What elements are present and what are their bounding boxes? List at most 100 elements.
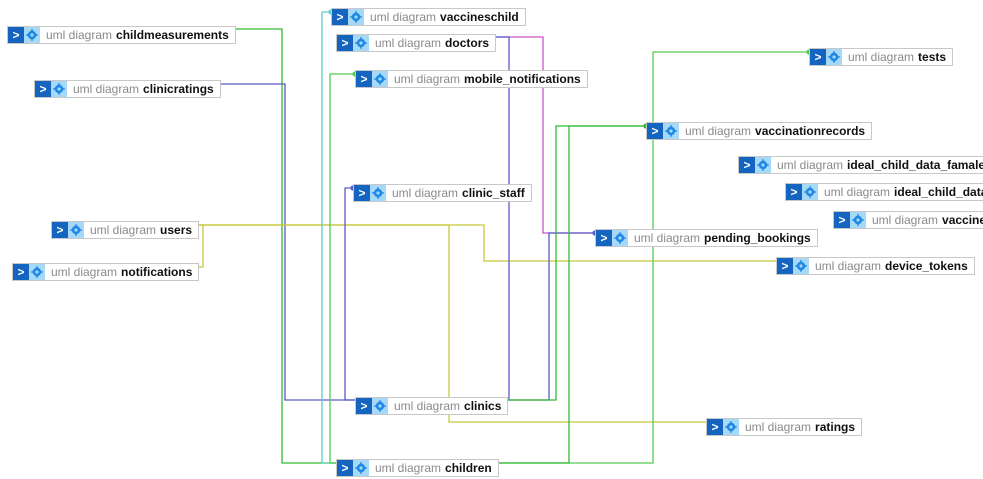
node-notifications[interactable]: > uml diagram notifications: [12, 263, 200, 281]
node-name: doctors: [445, 36, 490, 50]
gear-icon[interactable]: [612, 230, 628, 246]
diagram-canvas: > uml diagram childmeasurements > uml diagra…: [0, 0, 983, 479]
expand-arrow-icon[interactable]: >: [647, 123, 663, 139]
expand-arrow-icon[interactable]: >: [332, 9, 348, 25]
gear-icon[interactable]: [29, 264, 45, 280]
node-name: ideal_child_data: [894, 185, 983, 199]
node-name: ideal_child_data_famale: [847, 158, 983, 172]
node-name: pending_bookings: [704, 231, 811, 245]
link-doctors-clinics: [488, 36, 510, 401]
node-name: vaccineschild: [440, 10, 519, 24]
node-device_tokens[interactable]: > uml diagram device_tokens: [776, 257, 975, 275]
gear-icon[interactable]: [24, 27, 40, 43]
expand-arrow-icon[interactable]: >: [777, 258, 793, 274]
link-tests-children: [491, 51, 809, 464]
link-doctors-pending_bookings: [488, 36, 595, 234]
gear-icon[interactable]: [353, 35, 369, 51]
node-prefix: uml diagram: [848, 50, 915, 64]
expand-arrow-icon[interactable]: >: [810, 49, 826, 65]
link-vaccineschild-children: [321, 11, 336, 464]
node-clinic_staff[interactable]: > uml diagram clinic_staff: [353, 184, 532, 202]
node-prefix: uml diagram: [745, 420, 812, 434]
node-prefix: uml diagram: [634, 231, 701, 245]
node-childmeasurements[interactable]: > uml diagram childmeasurements: [7, 26, 236, 44]
node-clinics[interactable]: > uml diagram clinics: [355, 397, 509, 415]
node-prefix: uml diagram: [370, 10, 437, 24]
link-vaccinationrecords-clinics: [498, 125, 646, 401]
gear-icon[interactable]: [372, 398, 388, 414]
expand-arrow-icon[interactable]: >: [834, 212, 850, 228]
link-mobile_notifications-children: [329, 73, 355, 464]
node-tests[interactable]: > uml diagram tests: [809, 48, 954, 66]
expand-arrow-icon[interactable]: >: [337, 460, 353, 476]
expand-arrow-icon[interactable]: >: [8, 27, 24, 43]
expand-arrow-icon[interactable]: >: [337, 35, 353, 51]
node-ideal_child_data[interactable]: > uml diagram ideal_child_data: [785, 183, 983, 201]
expand-arrow-icon[interactable]: >: [707, 419, 723, 435]
node-pending_bookings[interactable]: > uml diagram pending_bookings: [595, 229, 818, 247]
node-prefix: uml diagram: [815, 259, 882, 273]
node-clinicratings[interactable]: > uml diagram clinicratings: [34, 80, 221, 98]
node-prefix: uml diagram: [824, 185, 891, 199]
expand-arrow-icon[interactable]: >: [356, 398, 372, 414]
node-name: childmeasurements: [116, 28, 229, 42]
node-users[interactable]: > uml diagram users: [51, 221, 200, 239]
link-vaccinationrecords-children: [491, 125, 646, 464]
gear-icon[interactable]: [826, 49, 842, 65]
node-name: vaccinationrecords: [755, 124, 866, 138]
node-prefix: uml diagram: [872, 213, 939, 227]
node-children[interactable]: > uml diagram children: [336, 459, 499, 477]
gear-icon[interactable]: [793, 258, 809, 274]
gear-icon[interactable]: [353, 460, 369, 476]
node-name: mobile_notifications: [464, 72, 581, 86]
expand-arrow-icon[interactable]: >: [13, 264, 29, 280]
node-name: clinic_staff: [462, 186, 525, 200]
node-prefix: uml diagram: [394, 72, 461, 86]
node-ideal_child_data_famale[interactable]: > uml diagram ideal_child_data_famale: [738, 156, 983, 174]
link-clinic_staff-clinics: [344, 187, 355, 401]
expand-arrow-icon[interactable]: >: [739, 157, 755, 173]
gear-icon[interactable]: [68, 222, 84, 238]
node-prefix: uml diagram: [375, 461, 442, 475]
node-name: tests: [918, 50, 947, 64]
gear-icon[interactable]: [850, 212, 866, 228]
node-prefix: uml diagram: [46, 28, 113, 42]
gear-icon[interactable]: [370, 185, 386, 201]
node-name: vaccines: [942, 213, 983, 227]
node-prefix: uml diagram: [685, 124, 752, 138]
node-prefix: uml diagram: [73, 82, 140, 96]
link-users-ratings: [194, 224, 706, 423]
node-doctors[interactable]: > uml diagram doctors: [336, 34, 497, 52]
expand-arrow-icon[interactable]: >: [354, 185, 370, 201]
node-name: notifications: [121, 265, 193, 279]
node-prefix: uml diagram: [90, 223, 157, 237]
gear-icon[interactable]: [802, 184, 818, 200]
node-name: users: [160, 223, 193, 237]
link-pending_bookings-clinics: [498, 232, 595, 401]
expand-arrow-icon[interactable]: >: [786, 184, 802, 200]
gear-icon[interactable]: [51, 81, 67, 97]
node-mobile_notifications[interactable]: > uml diagram mobile_notifications: [355, 70, 588, 88]
link-childmeasurements-children: [229, 28, 336, 464]
gear-icon[interactable]: [723, 419, 739, 435]
node-vaccinationrecords[interactable]: > uml diagram vaccinationrecords: [646, 122, 873, 140]
node-vaccines[interactable]: > uml diagramvaccines: [833, 211, 983, 229]
node-ratings[interactable]: > uml diagram ratings: [706, 418, 863, 436]
expand-arrow-icon[interactable]: >: [596, 230, 612, 246]
node-name: clinicratings: [143, 82, 214, 96]
node-prefix: uml diagram: [777, 158, 844, 172]
node-vaccineschild[interactable]: > uml diagram vaccineschild: [331, 8, 526, 26]
gear-icon[interactable]: [663, 123, 679, 139]
node-name: ratings: [815, 420, 856, 434]
gear-icon[interactable]: [348, 9, 364, 25]
node-name: device_tokens: [885, 259, 968, 273]
expand-arrow-icon[interactable]: >: [35, 81, 51, 97]
node-prefix: uml diagram: [394, 399, 461, 413]
expand-arrow-icon[interactable]: >: [52, 222, 68, 238]
node-prefix: uml diagram: [392, 186, 459, 200]
gear-icon[interactable]: [372, 71, 388, 87]
node-prefix: uml diagram: [51, 265, 118, 279]
gear-icon[interactable]: [755, 157, 771, 173]
node-name: clinics: [464, 399, 502, 413]
expand-arrow-icon[interactable]: >: [356, 71, 372, 87]
